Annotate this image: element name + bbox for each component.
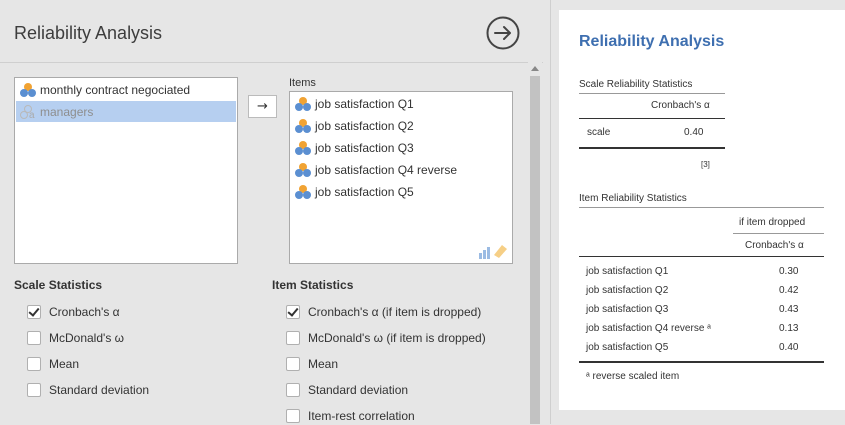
options-panel: Reliability Analysis monthly contract ne… (0, 0, 543, 424)
ordinal-variable-icon (295, 96, 312, 112)
item-row-value: 0.30 (779, 266, 799, 277)
table-rule (579, 361, 824, 363)
scrollbar-thumb[interactable] (530, 76, 540, 424)
item-q4-reverse[interactable]: job satisfaction Q4 reverse (295, 159, 457, 181)
checkbox-box[interactable] (27, 357, 41, 371)
checkbox-box[interactable] (27, 331, 41, 345)
table-rule (579, 118, 725, 119)
variable-label: managers (40, 104, 94, 119)
item-row-value: 0.13 (779, 323, 799, 334)
scale-sd-checkbox[interactable]: Standard deviation (27, 381, 149, 399)
checkbox-box[interactable] (27, 383, 41, 397)
checkbox-label: Cronbach's α (if item is dropped) (308, 305, 482, 319)
item-row-label: job satisfaction Q2 (586, 285, 669, 296)
item-sd-checkbox[interactable]: Standard deviation (286, 381, 408, 399)
splitter-line (550, 0, 551, 424)
scale-statistics-heading: Scale Statistics (14, 278, 103, 292)
item-row-label: job satisfaction Q1 (586, 266, 669, 277)
item-mcdonald-omega-checkbox[interactable]: McDonald's ω (if item is dropped) (286, 329, 486, 347)
ordinal-variable-icon (295, 140, 312, 156)
scale-row-label: scale (587, 127, 611, 138)
variable-label: monthly contract negociated (40, 82, 191, 97)
variable-list[interactable]: monthly contract negociated a managers (14, 77, 238, 264)
table-rule (579, 207, 824, 208)
item-row-value: 0.40 (779, 342, 799, 353)
checkbox-box[interactable] (286, 305, 300, 319)
item-q2[interactable]: job satisfaction Q2 (295, 115, 414, 137)
scale-table-caption: Scale Reliability Statistics (579, 79, 693, 90)
checkbox-label: Mean (308, 357, 339, 371)
item-label: job satisfaction Q5 (315, 185, 414, 199)
ordinal-variable-icon (295, 184, 312, 200)
checkbox-label: McDonald's ω (49, 331, 125, 345)
item-table-footnote: ᵃ reverse scaled item (586, 371, 680, 382)
item-q3[interactable]: job satisfaction Q3 (295, 137, 414, 159)
checkbox-box[interactable] (27, 305, 41, 319)
measure-type-icon (479, 245, 507, 259)
item-table-column-header: Cronbach's α (745, 240, 804, 251)
item-q1[interactable]: job satisfaction Q1 (295, 93, 414, 115)
item-mean-checkbox[interactable]: Mean (286, 355, 338, 373)
item-row-value: 0.42 (779, 285, 799, 296)
checkbox-label: Mean (49, 357, 80, 371)
table-rule (579, 147, 725, 149)
items-list[interactable]: job satisfaction Q1 job satisfaction Q2 … (289, 91, 513, 264)
scroll-up-arrow-icon[interactable] (531, 66, 539, 71)
checkbox-box[interactable] (286, 383, 300, 397)
item-statistics-heading: Item Statistics (272, 278, 354, 292)
panel-splitter[interactable] (543, 0, 555, 424)
variable-item-monthly-contract[interactable]: monthly contract negociated (16, 79, 236, 100)
item-cronbach-alpha-checkbox[interactable]: Cronbach's α (if item is dropped) (286, 303, 481, 321)
scale-table-column-header: Cronbach's α (651, 100, 710, 111)
table-rule (579, 256, 824, 257)
scale-mean-checkbox[interactable]: Mean (27, 355, 79, 373)
checkbox-label: Standard deviation (308, 383, 409, 397)
table-rule (733, 233, 824, 234)
options-scrollbar[interactable] (528, 62, 542, 424)
results-panel: Reliability Analysis Scale Reliability S… (559, 10, 845, 410)
items-label: Items (289, 77, 316, 89)
options-header: Reliability Analysis (0, 0, 543, 63)
ordinal-variable-icon (20, 82, 37, 98)
checkbox-label: McDonald's ω (if item is dropped) (308, 331, 486, 345)
item-table-caption: Item Reliability Statistics (579, 193, 687, 204)
variable-item-managers[interactable]: a managers (16, 101, 236, 122)
move-to-items-button[interactable]: → (248, 95, 277, 118)
item-label: job satisfaction Q3 (315, 141, 414, 155)
nominal-text-variable-icon: a (20, 104, 37, 120)
table-note: [3] (701, 160, 710, 169)
item-table-superheader: if item dropped (739, 217, 806, 228)
checkbox-box[interactable] (286, 357, 300, 371)
item-label: job satisfaction Q4 reverse (315, 163, 458, 177)
collapse-arrow-icon[interactable] (486, 16, 520, 50)
item-q5[interactable]: job satisfaction Q5 (295, 181, 414, 203)
checkbox-box[interactable] (286, 331, 300, 345)
item-rest-correlation-checkbox[interactable]: Item-rest correlation (286, 407, 415, 425)
item-row-label: job satisfaction Q3 (586, 304, 669, 315)
scale-cronbach-alpha-checkbox[interactable]: Cronbach's α (27, 303, 120, 321)
ordinal-variable-icon (295, 162, 312, 178)
scale-alpha-value: 0.40 (684, 127, 704, 138)
checkbox-label: Item-rest correlation (308, 409, 415, 423)
scale-mcdonald-omega-checkbox[interactable]: McDonald's ω (27, 329, 124, 347)
checkbox-label: Cronbach's α (49, 305, 120, 319)
item-row-value: 0.43 (779, 304, 799, 315)
item-row-label: job satisfaction Q5 (586, 342, 669, 353)
results-title[interactable]: Reliability Analysis (579, 33, 724, 51)
panel-title: Reliability Analysis (14, 23, 163, 43)
item-row-label: job satisfaction Q4 reverse ᵃ (586, 323, 711, 334)
checkbox-box[interactable] (286, 409, 300, 423)
item-label: job satisfaction Q1 (315, 97, 414, 111)
checkbox-label: Standard deviation (49, 383, 150, 397)
ordinal-variable-icon (295, 118, 312, 134)
table-rule (579, 93, 725, 94)
item-label: job satisfaction Q2 (315, 119, 414, 133)
